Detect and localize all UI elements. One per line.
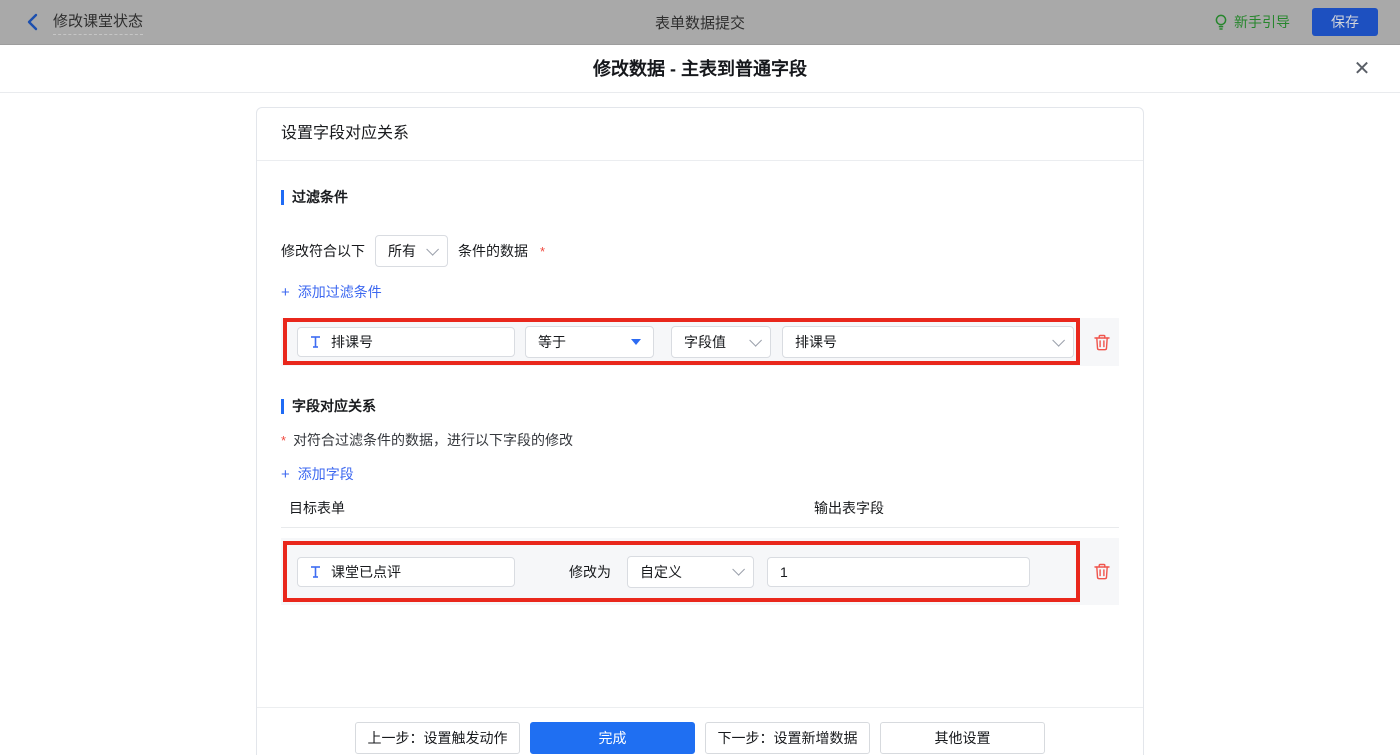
target-field-value: 课堂已点评: [331, 563, 401, 580]
text-field-icon: [309, 565, 322, 579]
column-target-form: 目标表单: [289, 500, 345, 516]
next-step-button[interactable]: 下一步：设置新增数据: [705, 722, 870, 754]
lightbulb-icon: [1214, 14, 1228, 31]
card-title: 设置字段对应关系: [257, 108, 1143, 161]
operator-value: 等于: [538, 334, 566, 350]
dialog-title: 修改数据 - 主表到普通字段: [593, 59, 807, 79]
add-field-link[interactable]: + 添加字段: [281, 464, 354, 484]
prev-step-button[interactable]: 上一步：设置触发动作: [355, 722, 520, 754]
operator-select[interactable]: 等于: [525, 326, 654, 358]
close-icon[interactable]: ✕: [1348, 55, 1376, 83]
chevron-down-icon: [749, 333, 762, 347]
field-mapping-row: 课堂已点评 修改为 自定义 1: [281, 538, 1119, 605]
match-prefix-label: 修改符合以下: [281, 243, 365, 259]
field-mapping-card: 设置字段对应关系 过滤条件 修改符合以下 所有 条件的数据 * + 添加过滤条件: [256, 107, 1144, 755]
add-filter-condition-link[interactable]: + 添加过滤条件: [281, 282, 382, 302]
filter-section-title: 过滤条件: [281, 187, 1119, 207]
filter-field-input[interactable]: 排课号: [297, 327, 515, 357]
plus-icon: +: [281, 283, 290, 301]
mapping-section-title: 字段对应关系: [281, 396, 1119, 416]
filter-condition-row: 排课号 等于 字段值 排课号: [281, 318, 1119, 366]
compare-value-select[interactable]: 排课号: [782, 326, 1074, 358]
section-bar: [281, 398, 284, 414]
caret-down-icon: [631, 339, 641, 345]
match-scope-value: 所有: [388, 243, 416, 259]
modify-to-label: 修改为: [569, 563, 611, 580]
match-condition-row: 修改符合以下 所有 条件的数据 *: [281, 235, 1119, 267]
required-asterisk: *: [281, 432, 287, 448]
topbar-node-title: 表单数据提交: [654, 14, 745, 32]
add-field-label: 添加字段: [297, 466, 354, 482]
plus-icon: +: [281, 465, 290, 483]
target-field-input[interactable]: 课堂已点评: [297, 556, 515, 587]
add-filter-condition-label: 添加过滤条件: [297, 284, 382, 300]
value-type-value: 字段值: [684, 334, 726, 350]
mapping-table-header: 目标表单 输出表字段: [281, 498, 1119, 528]
other-settings-button[interactable]: 其他设置: [880, 722, 1045, 754]
done-button[interactable]: 完成: [530, 722, 695, 754]
delete-mapping-button[interactable]: [1093, 562, 1111, 581]
match-suffix-label: 条件的数据: [458, 243, 528, 259]
filter-field-value: 排课号: [331, 334, 373, 350]
flow-title[interactable]: 修改课堂状态: [53, 10, 144, 35]
save-button[interactable]: 保存: [1312, 8, 1378, 36]
custom-value-input[interactable]: 1: [767, 556, 1030, 587]
value-mode-value: 自定义: [640, 563, 682, 580]
beginner-guide-link[interactable]: 新手引导: [1214, 12, 1290, 32]
back-icon[interactable]: [26, 13, 39, 31]
mapping-section-label: 字段对应关系: [292, 398, 376, 414]
value-type-select[interactable]: 字段值: [671, 326, 771, 358]
required-asterisk: *: [540, 243, 546, 259]
beginner-guide-label: 新手引导: [1234, 14, 1290, 30]
column-output-field: 输出表字段: [814, 500, 884, 516]
custom-value: 1: [780, 563, 788, 580]
delete-condition-button[interactable]: [1093, 333, 1111, 352]
text-field-icon: [309, 335, 322, 349]
chevron-down-icon: [1052, 333, 1065, 347]
compare-value: 排课号: [795, 334, 837, 350]
chevron-down-icon: [732, 563, 745, 576]
mapping-description: * 对符合过滤条件的数据，进行以下字段的修改: [281, 430, 1119, 450]
modify-data-dialog: 修改数据 - 主表到普通字段 ✕ 设置字段对应关系 过滤条件 修改符合以下 所有…: [0, 45, 1400, 755]
section-bar: [281, 189, 284, 205]
mapping-description-text: 对符合过滤条件的数据，进行以下字段的修改: [293, 432, 574, 448]
dialog-footer: 上一步：设置触发动作 完成 下一步：设置新增数据 其他设置: [257, 707, 1143, 755]
value-mode-select[interactable]: 自定义: [627, 555, 754, 588]
chevron-down-icon: [426, 242, 439, 256]
topbar: 修改课堂状态 表单数据提交 新手引导 保存: [0, 0, 1400, 45]
match-scope-select[interactable]: 所有: [375, 235, 448, 267]
filter-section-label: 过滤条件: [292, 189, 348, 205]
